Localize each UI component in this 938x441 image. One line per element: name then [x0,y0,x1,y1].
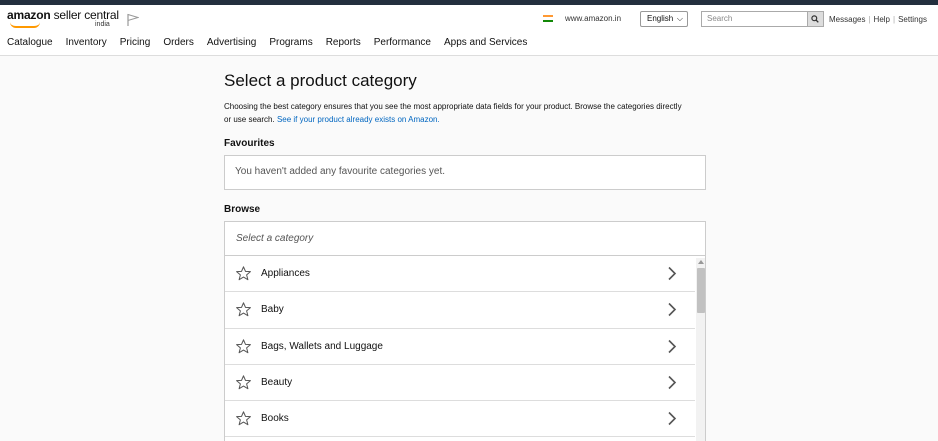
language-value: English [647,14,674,23]
page-title: Select a product category [224,71,417,90]
seller-central-logo[interactable]: amazon seller central india [7,8,119,30]
nav-item-inventory[interactable]: Inventory [66,37,107,53]
star-outline-icon[interactable] [235,301,252,318]
flag-outline-icon[interactable] [127,13,139,27]
nav-item-reports[interactable]: Reports [326,37,361,53]
chevron-right-icon [668,266,677,281]
nav-item-performance[interactable]: Performance [374,37,431,53]
logo-smile-icon [10,22,40,28]
search-icon [811,15,819,23]
category-row-books[interactable]: Books [225,401,695,438]
header: amazon seller central india www.amazon.i… [0,5,938,56]
search-input[interactable]: Search [701,11,808,27]
existing-product-link[interactable]: See if your product already exists on Am… [277,115,440,124]
category-row-beauty[interactable]: Beauty [225,364,695,402]
star-outline-icon[interactable] [235,338,252,355]
category-label: Bags, Wallets and Luggage [261,340,383,352]
language-select[interactable]: English ⌵ [640,11,688,27]
logo-brand: amazon [7,8,51,22]
link-divider: | [868,15,871,24]
star-outline-icon[interactable] [235,410,252,427]
browse-heading: Browse [224,204,261,215]
nav-item-pricing[interactable]: Pricing [120,37,151,53]
category-list: Appliances Baby Bags, Wallets and Luggag… [224,256,706,441]
link-divider: | [893,15,896,24]
chevron-right-icon [668,303,677,317]
scrollbar-thumb[interactable] [697,268,705,313]
category-label: Books [261,413,289,425]
page-description: Choosing the best category ensures that … [224,100,684,126]
india-flag-icon [543,15,553,22]
settings-link[interactable]: Settings [898,15,927,24]
nav-item-orders[interactable]: Orders [163,37,194,53]
nav-item-apps-and-services[interactable]: Apps and Services [444,37,527,53]
main-nav: Catalogue Inventory Pricing Orders Adver… [7,37,527,53]
utility-links: Messages | Help | Settings [829,15,927,24]
scroll-up-arrow-icon[interactable] [698,260,704,264]
category-search-input[interactable]: Select a category [224,221,706,256]
chevron-right-icon [668,339,677,353]
favourites-empty-state: You haven't added any favourite categori… [224,155,706,190]
category-row-appliances[interactable]: Appliances [225,256,695,293]
favourites-heading: Favourites [224,138,275,149]
category-row-baby[interactable]: Baby [225,292,695,329]
nav-item-advertising[interactable]: Advertising [207,37,256,53]
help-link[interactable]: Help [874,15,890,24]
chevron-right-icon [668,375,677,389]
nav-item-programs[interactable]: Programs [269,37,312,53]
star-outline-icon[interactable] [235,265,252,282]
logo-region: india [95,21,110,28]
category-label: Baby [261,304,284,316]
search-button[interactable] [808,11,824,27]
chevron-right-icon [668,412,677,426]
logo-product: seller central [50,8,119,22]
nav-item-catalogue[interactable]: Catalogue [7,37,53,53]
category-label: Beauty [261,376,293,388]
star-outline-icon[interactable] [235,374,252,391]
chevron-down-icon: ⌵ [676,14,683,23]
messages-link[interactable]: Messages [829,15,865,24]
marketplace-selector[interactable]: www.amazon.in [565,14,621,23]
category-row-bags-wallets-luggage[interactable]: Bags, Wallets and Luggage [225,328,695,365]
category-label: Appliances [261,268,310,279]
category-list-scrollbar[interactable] [696,258,705,441]
